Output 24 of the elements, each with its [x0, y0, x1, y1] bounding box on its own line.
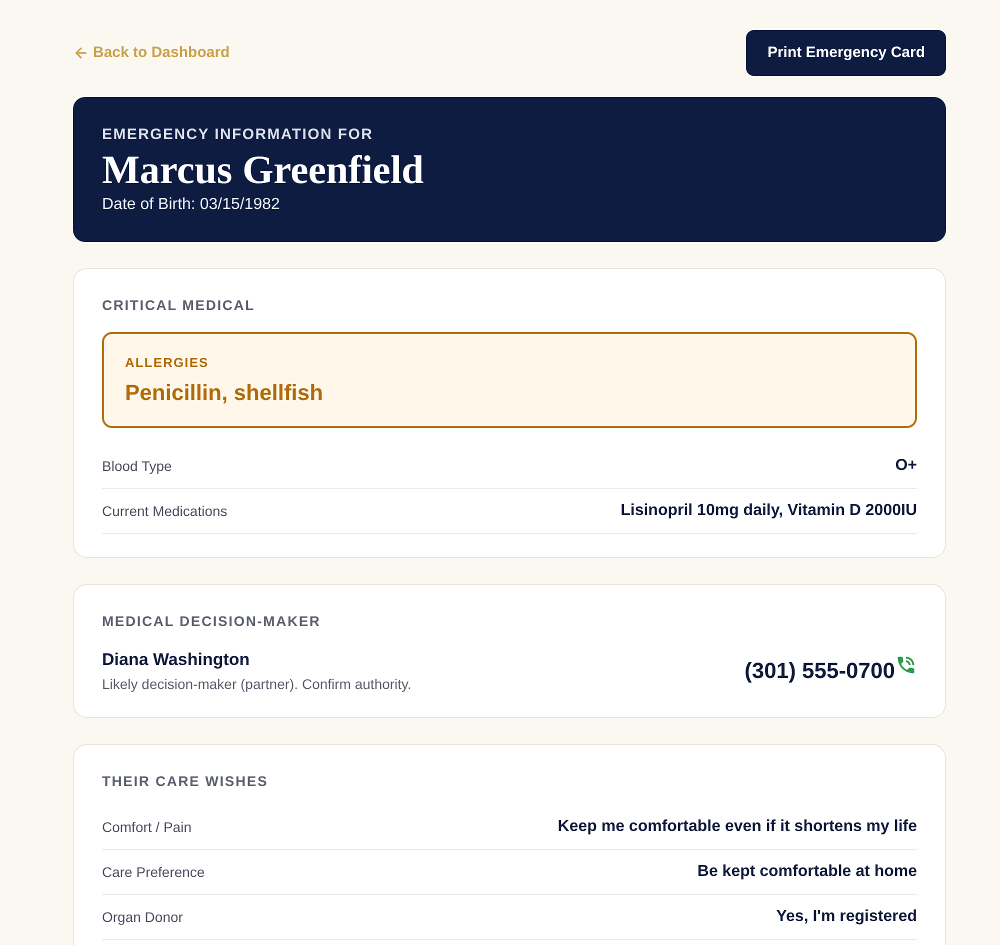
contact-note: Likely decision-maker (partner). Confirm authority.	[102, 675, 412, 694]
row-label: Care Preference	[102, 862, 205, 882]
row-value: O+	[895, 456, 917, 476]
header-eyebrow: EMERGENCY INFORMATION FOR	[102, 125, 374, 145]
row-value: Lisinopril 10mg daily, Vitamin D 2000IU	[620, 501, 917, 521]
row-label: Blood Type	[102, 456, 172, 476]
row-label: Current Medications	[102, 502, 228, 520]
contact-name: Diana Washington	[102, 649, 251, 671]
alert-label: ALLERGIES	[125, 354, 210, 372]
patient-name: Marcus Greenfield	[102, 147, 425, 193]
section-title: CRITICAL MEDICAL	[102, 296, 256, 315]
phone-call-icon[interactable]	[895, 654, 917, 676]
arrow-left-icon	[73, 45, 89, 61]
print-button[interactable]: Print Emergency Card	[746, 30, 946, 76]
row-value: Keep me comfortable even if it shortens my life	[558, 817, 917, 837]
phone-number[interactable]: (301) 555-0700	[744, 656, 895, 686]
row-label: Organ Donor	[102, 908, 183, 927]
row-value: Yes, I'm registered	[776, 907, 917, 927]
alert-value: Penicillin, shellfish	[125, 379, 324, 407]
date-of-birth: Date of Birth: 03/15/1982	[102, 195, 281, 215]
row-value: Be kept comfortable at home	[697, 862, 917, 882]
section-title: THEIR CARE WISHES	[102, 772, 270, 791]
section-title: MEDICAL DECISION-MAKER	[102, 612, 322, 631]
row-label: Comfort / Pain	[102, 818, 192, 836]
